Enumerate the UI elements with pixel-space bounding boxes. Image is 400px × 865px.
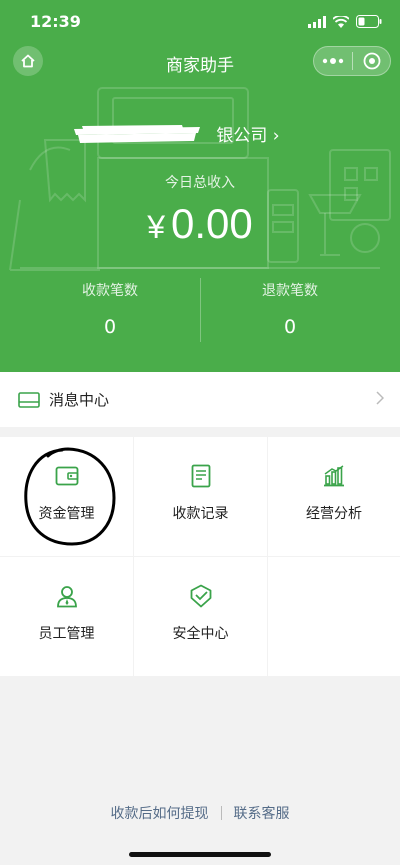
bar-chart-icon <box>321 463 347 489</box>
message-center-label: 消息中心 <box>49 391 110 409</box>
refund-count-label: 退款笔数 <box>262 283 318 299</box>
menu-label: 收款记录 <box>172 506 229 522</box>
menu-label: 资金管理 <box>38 506 95 522</box>
refund-count-value: 0 <box>283 316 297 338</box>
menu-label: 经营分析 <box>306 506 362 522</box>
status-time: 12:39 <box>30 12 81 31</box>
footer-links: 收款后如何提现 联系客服 <box>0 803 400 823</box>
envelope-icon <box>18 391 40 408</box>
mini-program-capsule <box>313 46 391 76</box>
wallet-icon <box>54 463 80 489</box>
footer-divider <box>220 806 222 820</box>
refund-count-stat[interactable]: 退款笔数 0 <box>190 280 390 338</box>
battery-icon <box>356 15 382 28</box>
close-target-icon <box>363 52 380 70</box>
wifi-icon <box>333 15 349 28</box>
home-indicator <box>129 852 271 857</box>
menu-item-business-analysis[interactable]: 经营分析 <box>268 437 400 556</box>
contact-support-link[interactable]: 联系客服 <box>234 803 290 823</box>
menu-label: 员工管理 <box>38 626 95 642</box>
how-to-withdraw-link[interactable]: 收款后如何提现 <box>111 803 209 823</box>
income-header: 12:39 商家助手 银公司 › 今日总收入 ¥0.00 收款笔数 0 退款笔数… <box>0 0 400 372</box>
message-center-row[interactable]: 消息中心 <box>0 372 400 427</box>
status-bar: 12:39 <box>0 0 400 44</box>
menu-item-staff-management[interactable]: 员工管理 <box>0 557 133 676</box>
receipt-icon <box>188 463 214 489</box>
function-grid: 资金管理 收款记录 经营分析 员工管理 安全中心 <box>0 437 400 677</box>
redaction-mark <box>74 125 200 143</box>
more-icon <box>322 58 344 64</box>
chevron-right-icon <box>376 391 384 405</box>
close-button[interactable] <box>353 47 390 75</box>
payment-count-value: 0 <box>103 316 117 338</box>
menu-empty-cell <box>268 557 400 676</box>
menu-label: 安全中心 <box>172 626 229 642</box>
payment-count-label: 收款笔数 <box>82 283 138 299</box>
merchant-name: 银公司 › <box>216 126 280 146</box>
amount-value: 0.00 <box>171 200 253 247</box>
staff-icon <box>54 583 80 609</box>
signal-icon <box>308 15 326 28</box>
payment-count-stat[interactable]: 收款笔数 0 <box>10 280 210 338</box>
menu-item-payment-records[interactable]: 收款记录 <box>134 437 267 556</box>
menu-item-fund-management[interactable]: 资金管理 <box>0 437 133 556</box>
menu-item-security-center[interactable]: 安全中心 <box>134 557 267 676</box>
today-income-amount: ¥0.00 <box>0 200 400 248</box>
today-income-label: 今日总收入 <box>165 175 235 191</box>
currency-symbol: ¥ <box>147 209 166 245</box>
more-button[interactable] <box>314 47 352 75</box>
shield-icon <box>188 583 214 609</box>
status-icons <box>308 15 382 28</box>
